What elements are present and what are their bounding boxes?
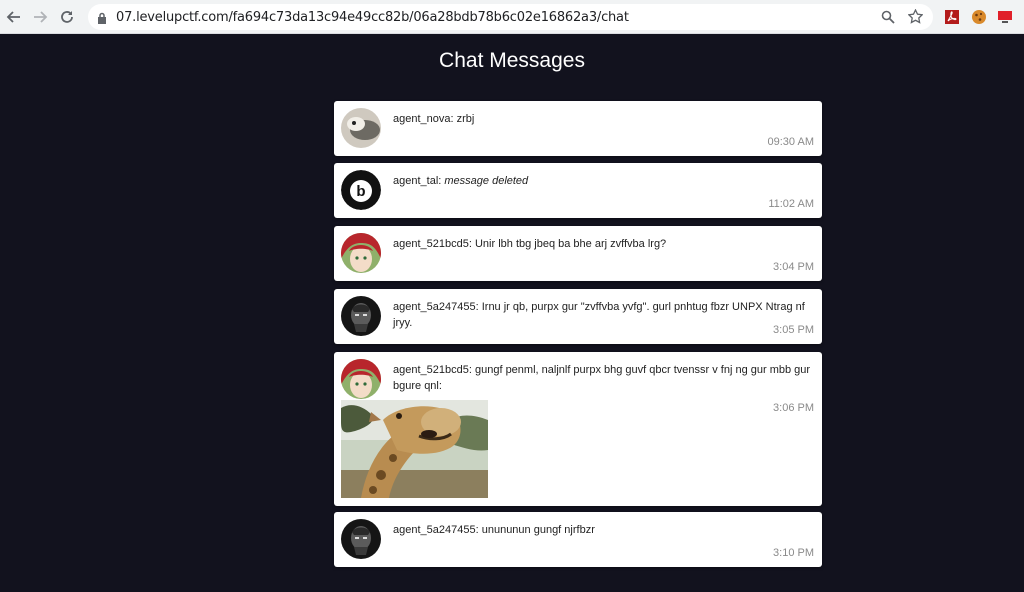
message-card: b agent_tal: message deleted 11:02 AM <box>334 163 822 218</box>
message-text: agent_521bcd5: Unir lbh tbg jbeq ba bhe … <box>393 238 667 250</box>
message-card: agent_5a247455: unununun gungf njrfbzr 3… <box>334 512 822 567</box>
message-card: agent_521bcd5: gungf penml, naljnlf purp… <box>334 352 822 506</box>
avatar <box>341 359 381 399</box>
address-bar[interactable]: 07.levelupctf.com/fa694c73da13c94e49cc82… <box>88 4 933 30</box>
forward-icon[interactable] <box>29 6 51 28</box>
message-author: agent_521bcd5 <box>393 364 469 376</box>
message-author: agent_tal <box>393 175 439 187</box>
avatar <box>341 519 381 559</box>
message-timestamp: 09:30 AM <box>767 136 814 148</box>
message-body: zrbj <box>456 113 475 125</box>
message-body: Unir lbh tbg jbeq ba bhe arj zvffvba lrg… <box>474 238 667 250</box>
svg-text:b: b <box>356 183 365 200</box>
message-text: agent_5a247455: Irnu jr qb, purpx gur "z… <box>393 301 805 329</box>
message-text: agent_nova: zrbj <box>393 113 475 125</box>
zoom-icon[interactable] <box>881 10 895 29</box>
message-author: agent_5a247455 <box>393 524 476 536</box>
message-timestamp: 11:02 AM <box>768 198 814 210</box>
browser-toolbar: 07.levelupctf.com/fa694c73da13c94e49cc82… <box>0 0 1024 34</box>
reload-icon[interactable] <box>56 6 78 28</box>
url-text[interactable]: 07.levelupctf.com/fa694c73da13c94e49cc82… <box>116 10 629 25</box>
message-timestamp: 3:06 PM <box>773 402 814 414</box>
pdf-extension-icon[interactable] <box>944 9 960 25</box>
message-card: agent_5a247455: Irnu jr qb, purpx gur "z… <box>334 289 822 344</box>
chat-page: Chat Messages agent_nova: zrbj 09:30 AM … <box>0 34 1024 592</box>
avatar <box>341 108 381 148</box>
message-timestamp: 3:10 PM <box>773 547 814 559</box>
message-text: agent_tal: message deleted <box>393 175 529 187</box>
message-timestamp: 3:05 PM <box>773 324 814 336</box>
message-card: agent_nova: zrbj 09:30 AM <box>334 101 822 156</box>
message-author: agent_521bcd5 <box>393 238 469 250</box>
message-text: agent_521bcd5: gungf penml, naljnlf purp… <box>393 364 811 392</box>
avatar <box>341 233 381 273</box>
page-title: Chat Messages <box>439 49 585 72</box>
message-text: agent_5a247455: unununun gungf njrfbzr <box>393 524 595 536</box>
message-author: agent_nova <box>393 113 451 125</box>
monitor-extension-icon[interactable] <box>997 9 1013 25</box>
message-author: agent_5a247455 <box>393 301 476 313</box>
back-icon[interactable] <box>3 6 25 28</box>
message-body: message deleted <box>444 175 529 187</box>
giraffe-image[interactable] <box>341 400 488 498</box>
avatar: b <box>341 170 381 210</box>
message-body: unununun gungf njrfbzr <box>481 524 595 536</box>
cookie-extension-icon[interactable] <box>971 9 987 25</box>
avatar <box>341 296 381 336</box>
lock-icon <box>97 11 107 29</box>
bookmark-star-icon[interactable] <box>907 8 924 29</box>
message-card: agent_521bcd5: Unir lbh tbg jbeq ba bhe … <box>334 226 822 281</box>
message-timestamp: 3:04 PM <box>773 261 814 273</box>
